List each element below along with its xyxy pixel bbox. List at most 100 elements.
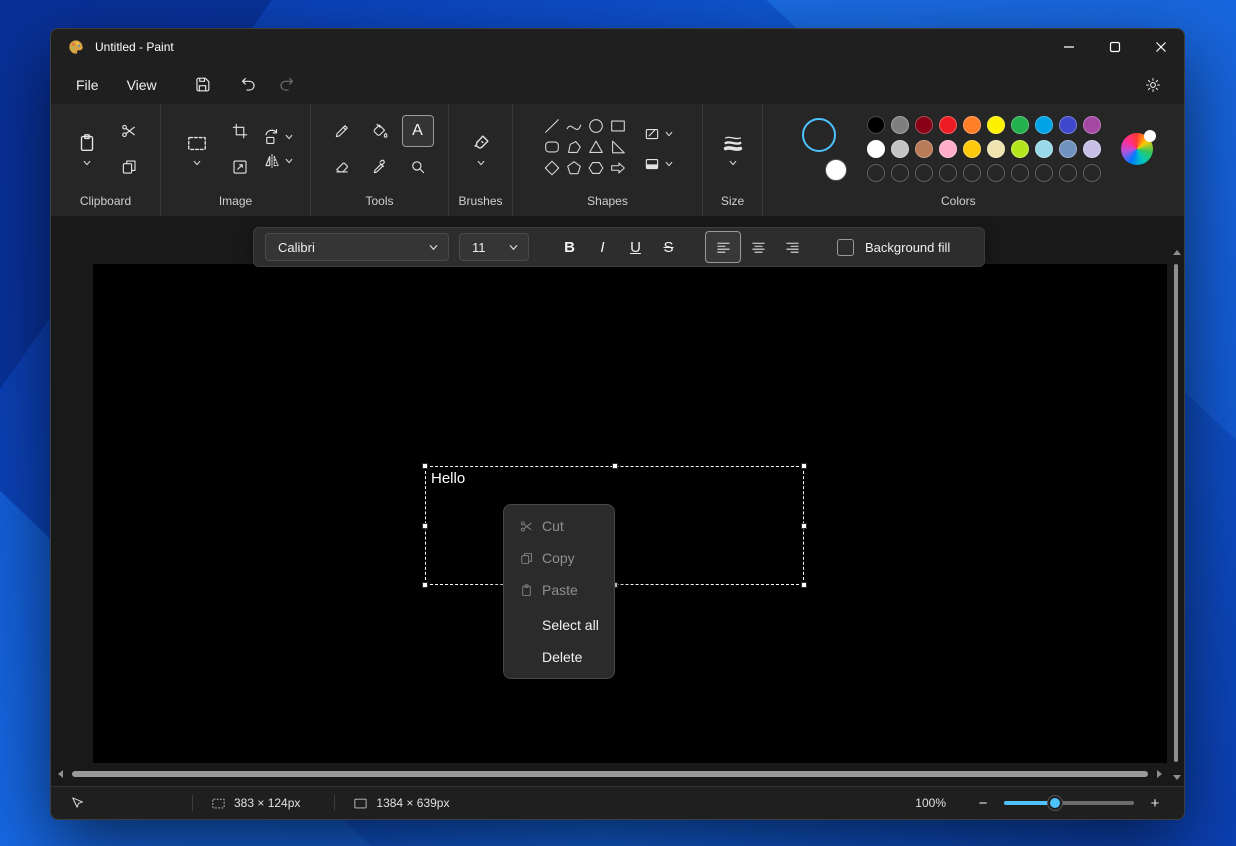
color-swatch[interactable] — [867, 116, 885, 134]
shape-right-arrow-icon[interactable] — [609, 159, 627, 182]
color-swatch[interactable] — [1083, 116, 1101, 134]
strikethrough-button[interactable]: S — [652, 233, 685, 261]
custom-color-slot[interactable] — [963, 164, 981, 182]
selection-handle[interactable] — [612, 463, 618, 469]
select-button[interactable] — [177, 128, 217, 171]
align-right-button[interactable] — [775, 232, 809, 262]
color-picker-tool-button[interactable] — [365, 152, 395, 182]
shape-right-triangle-icon[interactable] — [609, 138, 627, 161]
copy-button[interactable] — [114, 152, 144, 182]
color-swatch[interactable] — [939, 116, 957, 134]
color-swatch[interactable] — [1059, 140, 1077, 158]
selection-handle[interactable] — [801, 463, 807, 469]
selection-handle[interactable] — [801, 523, 807, 529]
fill-tool-button[interactable] — [365, 116, 395, 146]
rotate-button[interactable] — [263, 128, 294, 146]
scroll-right-arrow[interactable] — [1157, 770, 1162, 778]
font-family-select[interactable]: Calibri — [265, 233, 449, 261]
vertical-scrollbar[interactable] — [1170, 248, 1183, 782]
cut-button[interactable] — [114, 116, 144, 146]
align-left-button[interactable] — [705, 231, 741, 263]
align-center-button[interactable] — [741, 232, 775, 262]
font-size-select[interactable]: 11 — [459, 233, 529, 261]
menu-view[interactable]: View — [114, 72, 170, 98]
maximize-button[interactable] — [1092, 29, 1138, 65]
resize-button[interactable] — [225, 152, 255, 182]
zoom-in-button[interactable]: + — [1144, 792, 1166, 814]
background-fill-toggle[interactable]: Background fill — [837, 239, 950, 256]
custom-color-slot[interactable] — [939, 164, 957, 182]
canvas-text[interactable]: Hello — [431, 470, 465, 487]
underline-button[interactable]: U — [619, 233, 652, 261]
color-swatch[interactable] — [867, 140, 885, 158]
menu-file[interactable]: File — [63, 72, 112, 98]
color-swatch[interactable] — [1083, 140, 1101, 158]
color-swatch[interactable] — [987, 140, 1005, 158]
vertical-scrollbar-thumb[interactable] — [1174, 264, 1178, 762]
color-swatch[interactable] — [939, 140, 957, 158]
eraser-tool-button[interactable] — [327, 152, 357, 182]
crop-button[interactable] — [225, 116, 255, 146]
scroll-down-arrow[interactable] — [1173, 775, 1181, 780]
context-menu-item-copy[interactable]: Copy — [504, 542, 614, 574]
selection-handle[interactable] — [422, 463, 428, 469]
color-swatch[interactable] — [891, 116, 909, 134]
selection-handle[interactable] — [801, 582, 807, 588]
shape-fill-button[interactable] — [643, 155, 674, 173]
close-button[interactable] — [1138, 29, 1184, 65]
shape-curve-icon[interactable] — [565, 117, 583, 140]
shape-pentagon-icon[interactable] — [565, 159, 583, 182]
redo-button[interactable] — [270, 70, 304, 100]
color2-swatch[interactable] — [791, 159, 847, 181]
canvas[interactable]: Hello — [93, 264, 1167, 763]
custom-color-slot[interactable] — [1011, 164, 1029, 182]
color-swatch[interactable] — [1059, 116, 1077, 134]
color-swatch[interactable] — [1011, 116, 1029, 134]
shape-triangle-icon[interactable] — [587, 138, 605, 161]
context-menu-item-cut[interactable]: Cut — [504, 510, 614, 542]
color-swatch[interactable] — [915, 116, 933, 134]
shape-rounded-rectangle-icon[interactable] — [543, 138, 561, 161]
color-swatch[interactable] — [963, 140, 981, 158]
custom-color-slot[interactable] — [915, 164, 933, 182]
color-swatch[interactable] — [987, 116, 1005, 134]
context-menu-item-paste[interactable]: Paste — [504, 574, 614, 606]
save-button[interactable] — [186, 70, 220, 100]
scroll-left-arrow[interactable] — [58, 770, 63, 778]
background-fill-checkbox[interactable] — [837, 239, 854, 256]
selection-handle[interactable] — [422, 523, 428, 529]
zoom-slider-thumb[interactable] — [1048, 796, 1062, 810]
selection-handle[interactable] — [422, 582, 428, 588]
shape-polygon-icon[interactable] — [565, 138, 583, 161]
undo-button[interactable] — [232, 70, 266, 100]
zoom-slider[interactable] — [1004, 792, 1134, 814]
color-swatch[interactable] — [1035, 116, 1053, 134]
custom-color-slot[interactable] — [1083, 164, 1101, 182]
color-swatch[interactable] — [891, 140, 909, 158]
context-menu-item-delete[interactable]: Delete — [504, 641, 614, 673]
horizontal-scrollbar-thumb[interactable] — [72, 771, 1148, 777]
italic-button[interactable]: I — [586, 233, 619, 261]
text-tool-button[interactable]: A — [402, 115, 434, 147]
shape-line-icon[interactable] — [543, 117, 561, 140]
flip-button[interactable] — [263, 152, 294, 170]
horizontal-scrollbar[interactable] — [58, 767, 1162, 780]
custom-color-slot[interactable] — [1059, 164, 1077, 182]
brushes-button[interactable] — [462, 128, 500, 171]
edit-colors-button[interactable] — [1121, 133, 1153, 165]
custom-color-slot[interactable] — [891, 164, 909, 182]
shape-hexagon-icon[interactable] — [587, 159, 605, 182]
color-swatch[interactable] — [1011, 140, 1029, 158]
zoom-out-button[interactable]: − — [972, 792, 994, 814]
magnifier-tool-button[interactable] — [403, 152, 433, 182]
paste-button[interactable] — [68, 128, 106, 171]
shape-oval-icon[interactable] — [587, 117, 605, 140]
color-swatch[interactable] — [963, 116, 981, 134]
shape-outline-button[interactable] — [643, 125, 674, 143]
scroll-up-arrow[interactable] — [1173, 250, 1181, 255]
shape-diamond-icon[interactable] — [543, 159, 561, 182]
minimize-button[interactable] — [1046, 29, 1092, 65]
color1-swatch[interactable] — [802, 118, 836, 152]
custom-color-slot[interactable] — [867, 164, 885, 182]
color-swatch[interactable] — [1035, 140, 1053, 158]
